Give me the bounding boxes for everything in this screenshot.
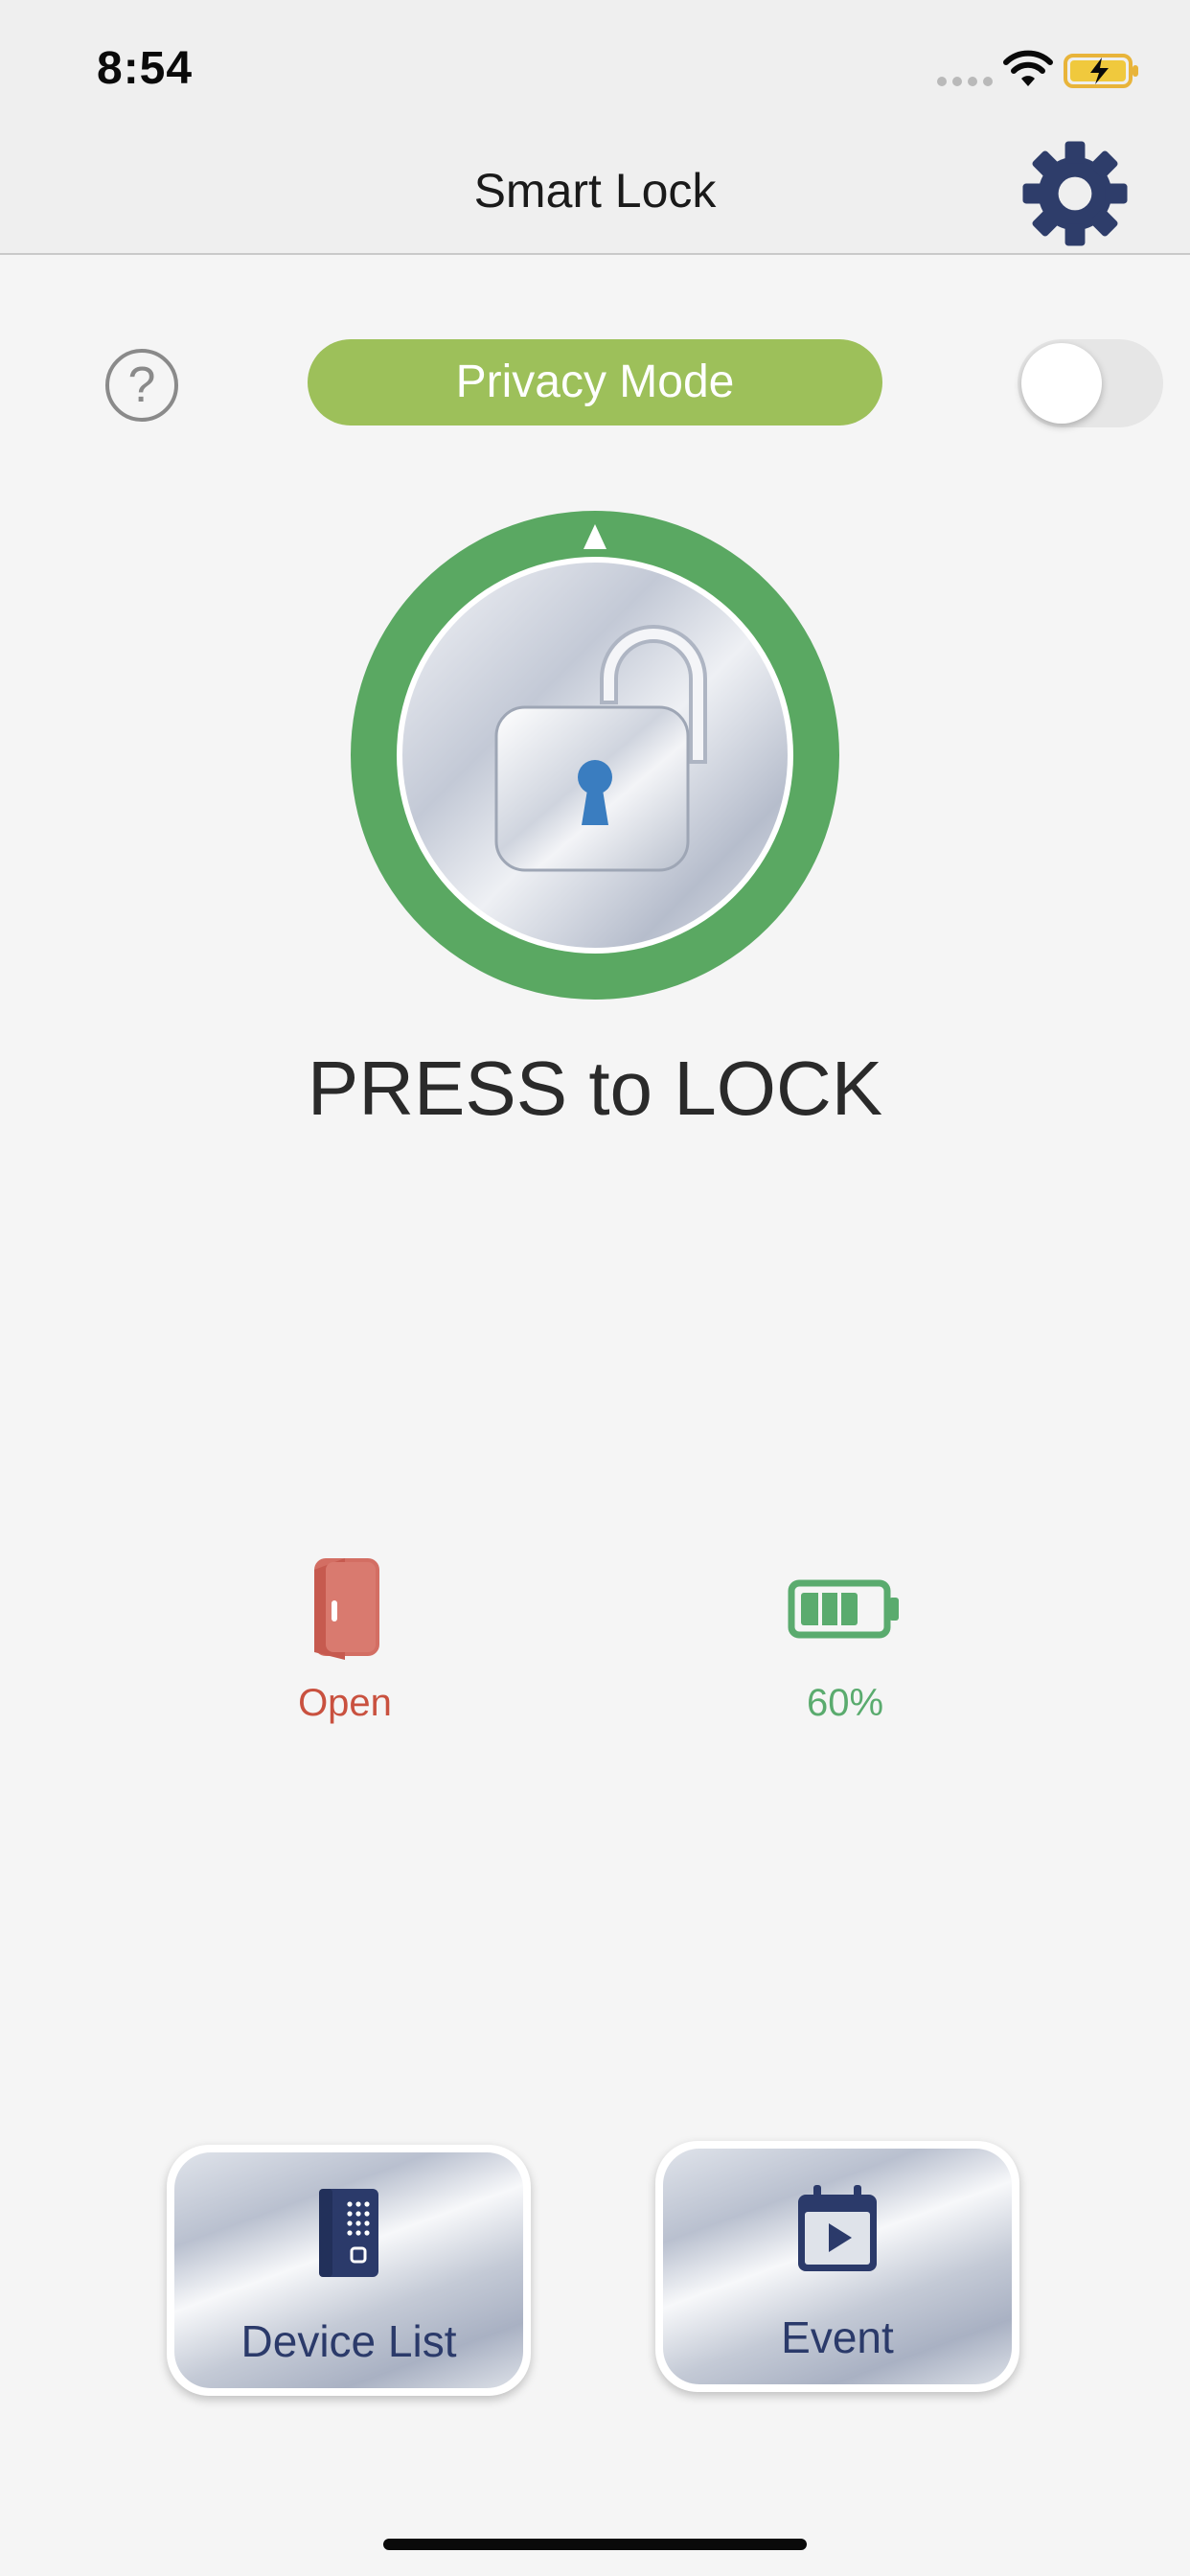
lock-action-label: PRESS to LOCK bbox=[307, 1046, 883, 1131]
calendar-play-icon bbox=[798, 2185, 877, 2271]
battery-charging-icon bbox=[1064, 54, 1138, 88]
privacy-mode-label[interactable]: Privacy Mode bbox=[308, 339, 882, 426]
battery-icon bbox=[788, 1579, 899, 1639]
navigation-bar: Smart Lock bbox=[0, 144, 1190, 255]
door-status: Open bbox=[249, 1552, 441, 1725]
device-keypad-icon bbox=[319, 2189, 378, 2277]
status-bar: 8:54 bbox=[0, 0, 1190, 144]
wifi-icon bbox=[1003, 50, 1053, 86]
battery-level: 60% bbox=[749, 1552, 941, 1725]
privacy-mode-toggle[interactable] bbox=[1018, 339, 1163, 427]
device-list-button[interactable]: Device List bbox=[167, 2145, 531, 2396]
question-circle-icon: ? bbox=[127, 357, 156, 413]
help-button[interactable]: ? bbox=[105, 349, 178, 422]
event-label: Event bbox=[781, 2312, 894, 2362]
door-status-label: Open bbox=[298, 1682, 392, 1724]
status-time: 8:54 bbox=[97, 43, 194, 94]
toggle-knob bbox=[1021, 343, 1102, 424]
page-title: Smart Lock bbox=[473, 164, 717, 218]
lock-button[interactable] bbox=[351, 511, 839, 1000]
home-indicator[interactable] bbox=[383, 2539, 807, 2550]
battery-level-label: 60% bbox=[806, 1682, 884, 1724]
device-list-label: Device List bbox=[240, 2316, 457, 2366]
event-button[interactable]: Event bbox=[655, 2141, 1019, 2392]
door-open-icon bbox=[314, 1558, 379, 1660]
gear-icon[interactable] bbox=[1019, 138, 1131, 249]
cellular-signal-icon bbox=[937, 77, 993, 86]
